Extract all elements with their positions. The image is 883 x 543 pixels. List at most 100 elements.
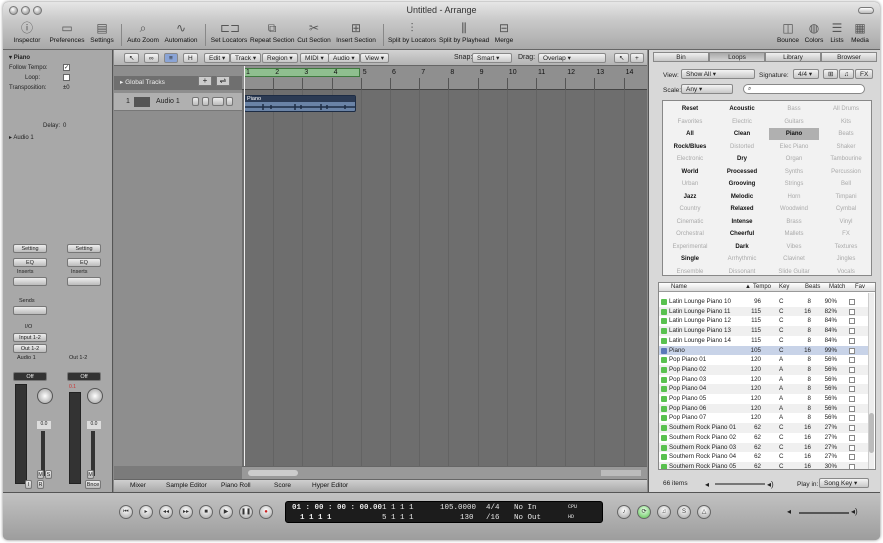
col-beats[interactable]: Beats — [805, 284, 820, 290]
favorite-checkbox[interactable] — [849, 299, 855, 305]
tab-browser[interactable]: Browser — [821, 52, 877, 62]
merge-button[interactable]: ⊟ Merge — [491, 21, 517, 44]
view-select[interactable]: Show All ▾ — [681, 69, 755, 79]
keyword-button-intense[interactable]: Intense — [717, 216, 767, 228]
automation-mode-button[interactable]: Off — [67, 372, 101, 381]
tuner-button[interactable]: ♫ — [657, 505, 671, 519]
favorite-checkbox[interactable] — [849, 415, 855, 422]
loop-row[interactable]: Latin Lounge Piano 10 96 C 8 90% — [659, 297, 869, 307]
favorite-checkbox[interactable] — [849, 463, 855, 469]
loop-row[interactable]: Pop Piano 03 120 A 8 56% — [659, 375, 869, 385]
keyword-button-world[interactable]: World — [665, 166, 715, 178]
link-button[interactable]: ∞ — [144, 53, 159, 63]
keyword-button-bell[interactable]: Bell — [821, 178, 871, 190]
favorite-checkbox[interactable] — [849, 396, 855, 402]
catch-button[interactable]: ≡ — [164, 53, 178, 63]
music-view-button[interactable]: ♫ — [839, 69, 854, 79]
keyword-button-vinyl[interactable]: Vinyl — [821, 216, 871, 228]
split-by-locators-button[interactable]: ⫶ Split by Locators — [387, 21, 437, 44]
pointer-tool-menu[interactable]: ↖ — [614, 53, 630, 63]
keyword-button-melodic[interactable]: Melodic — [717, 191, 767, 203]
loop-row[interactable]: Southern Rock Piano 04 62 C 16 27% — [659, 452, 869, 462]
pan-knob[interactable] — [87, 388, 103, 404]
keyword-button-electric[interactable]: Electric — [717, 116, 767, 128]
favorite-checkbox[interactable] — [849, 434, 855, 441]
cycle-region[interactable] — [244, 68, 360, 77]
keyword-button-brass[interactable]: Brass — [769, 216, 819, 228]
keyword-button-jingles[interactable]: Jingles — [821, 253, 871, 265]
playhead[interactable] — [244, 66, 245, 466]
rewind-button[interactable]: ◂◂ — [159, 505, 173, 519]
lists-button[interactable]: ☰ Lists — [827, 21, 847, 44]
keyword-button-timpani[interactable]: Timpani — [821, 191, 871, 203]
insert-slot[interactable] — [13, 277, 47, 286]
media-button[interactable]: ▦ Media — [848, 21, 872, 44]
add-track-button[interactable]: + — [198, 76, 212, 86]
keyword-button-relaxed[interactable]: Relaxed — [717, 203, 767, 215]
tab-bin[interactable]: Bin — [653, 52, 709, 62]
loop-row[interactable]: Pop Piano 06 120 A 8 56% — [659, 403, 869, 414]
settings-button[interactable]: ▤ Settings — [87, 21, 117, 44]
keyword-button-grooving[interactable]: Grooving — [717, 178, 767, 190]
keyword-button-horn[interactable]: Horn — [769, 191, 819, 203]
track-freeze-button[interactable] — [212, 97, 224, 106]
signature-select[interactable]: 4/4 ▾ — [793, 69, 819, 79]
col-fav[interactable]: Fav — [855, 284, 865, 290]
col-name[interactable]: Name — [671, 284, 687, 290]
fx-view-button[interactable]: FX — [855, 69, 874, 79]
automation-button[interactable]: ∿ Automation — [161, 21, 201, 44]
eq-button[interactable]: EQ — [13, 258, 47, 267]
transposition-value[interactable]: ±0 — [63, 85, 70, 91]
keyword-button-bass[interactable]: Bass — [769, 103, 819, 115]
keyword-button-dry[interactable]: Dry — [717, 153, 767, 165]
auto-zoom-button[interactable]: ⌕ Auto Zoom — [125, 21, 161, 44]
split-by-playhead-button[interactable]: ⫼ Split by Playhead — [439, 21, 489, 44]
keyword-button-all[interactable]: All — [665, 128, 715, 140]
track-record-button[interactable] — [226, 97, 233, 106]
bar-ruler[interactable]: 1 2 3 4 5 6 7 8 9 10 11 12 13 14 — [242, 66, 647, 90]
loop-row[interactable]: Latin Lounge Piano 13 115 C 8 84% — [659, 326, 869, 336]
cut-section-button[interactable]: ✂ Cut Section — [294, 21, 334, 44]
keyword-button-country[interactable]: Country — [665, 203, 715, 215]
repeat-section-button[interactable]: ⧉ Repeat Section — [250, 21, 294, 44]
colors-button[interactable]: ◍ Colors — [803, 21, 825, 44]
pause-button[interactable]: ❚❚ — [239, 505, 253, 519]
menu-audio[interactable]: Audio ▾ — [328, 53, 360, 63]
keyword-button-jazz[interactable]: Jazz — [665, 191, 715, 203]
scale-select[interactable]: Any ▾ — [681, 84, 733, 94]
col-tempo[interactable]: Tempo — [753, 284, 771, 290]
tab-hyper-editor[interactable]: Hyper Editor — [312, 482, 348, 489]
keyword-button-piano[interactable]: Piano — [769, 128, 819, 140]
favorite-checkbox[interactable] — [849, 454, 855, 461]
loop-row[interactable]: Southern Rock Piano 01 62 C 16 27% — [659, 423, 869, 433]
favorite-checkbox[interactable] — [849, 318, 855, 325]
tab-mixer[interactable]: Mixer — [130, 482, 146, 489]
keyword-button-textures[interactable]: Textures — [821, 241, 871, 253]
track-parameters-header[interactable]: ▸ Audio 1 — [9, 134, 34, 141]
keyword-button-urban[interactable]: Urban — [665, 178, 715, 190]
loop-checkbox[interactable] — [63, 74, 70, 81]
keyword-button-favorites[interactable]: Favorites — [665, 116, 715, 128]
keyword-button-tambourine[interactable]: Tambourine — [821, 153, 871, 165]
mute-button[interactable]: M — [87, 470, 94, 479]
delay-value[interactable]: 0 — [63, 123, 66, 129]
preferences-button[interactable]: ▭ Preferences — [47, 21, 87, 44]
scroll-thumb[interactable] — [869, 413, 874, 453]
inspector-button[interactable]: ⓘ Inspector — [7, 21, 47, 44]
keyword-button-all-drums[interactable]: All Drums — [821, 103, 871, 115]
col-key[interactable]: Key — [779, 284, 789, 290]
record-button[interactable]: ● — [259, 505, 273, 519]
keyword-button-rock-blues[interactable]: Rock/Blues — [665, 141, 715, 153]
tab-score[interactable]: Score — [274, 482, 291, 489]
snap-select[interactable]: Smart ▾ — [472, 53, 512, 63]
input-monitor-button[interactable]: I — [25, 480, 32, 489]
solo-mode-button[interactable]: S — [677, 505, 691, 519]
output-button[interactable]: Out 1-2 — [13, 344, 47, 353]
metronome-button[interactable]: △ — [697, 505, 711, 519]
favorite-checkbox[interactable] — [849, 386, 855, 393]
preview-volume-slider[interactable] — [715, 483, 765, 485]
setting-button[interactable]: Setting — [13, 244, 47, 253]
tab-loops[interactable]: Loops — [709, 52, 765, 62]
keyword-button-synths[interactable]: Synths — [769, 166, 819, 178]
track-solo-button[interactable] — [202, 97, 209, 106]
